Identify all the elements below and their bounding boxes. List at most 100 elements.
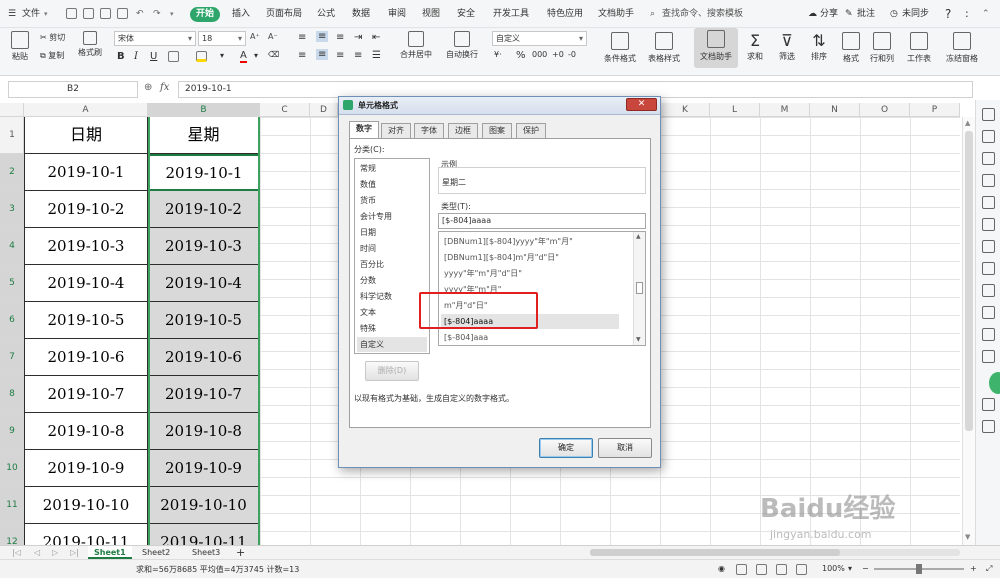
distribute-icon[interactable]: ☰: [372, 50, 381, 61]
align-bottom-icon[interactable]: ≡: [336, 32, 344, 43]
redo-icon[interactable]: ↷: [153, 0, 161, 28]
tab-border[interactable]: 边框: [448, 123, 478, 138]
fx-icon[interactable]: fx: [160, 82, 169, 93]
print-icon[interactable]: [100, 8, 111, 19]
paste-button[interactable]: 粘贴: [8, 31, 32, 62]
eraser-icon[interactable]: ⌫: [268, 50, 279, 59]
column-header-a[interactable]: A: [24, 103, 148, 117]
currency-icon[interactable]: ¥·: [494, 50, 502, 59]
wrap-text-button[interactable]: 自动换行: [442, 31, 482, 60]
fill-color-icon[interactable]: [196, 51, 207, 62]
column-header-l[interactable]: L: [710, 103, 760, 117]
scroll-down-icon[interactable]: ▼: [636, 336, 641, 343]
translate-panel-icon[interactable]: [982, 328, 995, 341]
horizontal-scrollbar-thumb[interactable]: [590, 549, 840, 556]
cell-b3[interactable]: 2019-10-2: [148, 191, 260, 228]
fullscreen-icon[interactable]: ⤢: [986, 564, 992, 574]
rows-cols-button[interactable]: 行和列: [866, 30, 898, 70]
tab-data[interactable]: 数据: [352, 0, 370, 28]
cell-b10[interactable]: 2019-10-9: [148, 450, 260, 487]
category-item[interactable]: 日期: [357, 225, 427, 240]
increase-decimal-icon[interactable]: +0: [552, 50, 564, 59]
format-painter-button[interactable]: 格式刷: [78, 31, 102, 58]
category-item[interactable]: 常规: [357, 161, 427, 176]
sort-button[interactable]: ⇅ 排序: [804, 30, 834, 70]
column-header-p[interactable]: P: [910, 103, 960, 117]
cell-a2[interactable]: 2019-10-1: [24, 154, 148, 191]
header-cell-date[interactable]: 日期: [24, 117, 148, 154]
thousands-icon[interactable]: 000: [532, 50, 547, 59]
cell-b2-active[interactable]: 2019-10-1: [148, 154, 260, 191]
column-header-n[interactable]: N: [810, 103, 860, 117]
history-panel-icon[interactable]: [982, 398, 995, 411]
indent-icon[interactable]: ⇥: [354, 32, 362, 43]
column-header-d[interactable]: D: [310, 103, 338, 117]
decrease-decimal-icon[interactable]: -0: [568, 50, 576, 59]
arrow-panel-icon[interactable]: [982, 174, 995, 187]
ok-button[interactable]: 确定: [539, 438, 593, 458]
category-item[interactable]: 百分比: [357, 257, 427, 272]
type-input[interactable]: [$-804]aaaa: [438, 213, 646, 229]
sum-button[interactable]: Σ 求和: [740, 30, 770, 70]
page-break-view-icon[interactable]: [776, 564, 787, 575]
assistant-badge-icon[interactable]: [989, 372, 1000, 394]
worksheet-button[interactable]: 工作表: [900, 30, 938, 70]
tab-number[interactable]: 数字: [349, 121, 379, 139]
category-item[interactable]: 文本: [357, 305, 427, 320]
conditional-format-button[interactable]: 条件格式: [598, 30, 642, 70]
dialog-title-bar[interactable]: 单元格格式 ✕: [339, 97, 660, 115]
help-panel-icon[interactable]: [982, 284, 995, 297]
column-header-k[interactable]: K: [661, 103, 710, 117]
more-button[interactable]: :: [965, 0, 969, 28]
chevron-down-icon[interactable]: ▾: [44, 0, 48, 28]
sheet-tab-1[interactable]: Sheet1: [88, 546, 132, 559]
reference-panel-icon[interactable]: [982, 240, 995, 253]
category-item[interactable]: 会计专用: [357, 209, 427, 224]
cell-a10[interactable]: 2019-10-9: [24, 450, 148, 487]
underline-icon[interactable]: U: [150, 51, 157, 62]
cell-a12[interactable]: 2019-10-11: [24, 524, 148, 545]
zoom-icon[interactable]: ⊕: [144, 82, 152, 93]
undo-icon[interactable]: ↶: [136, 0, 144, 28]
help-button[interactable]: ?: [945, 0, 951, 28]
tab-page-layout[interactable]: 页面布局: [266, 0, 302, 28]
column-header-o[interactable]: O: [860, 103, 910, 117]
bold-icon[interactable]: B: [117, 51, 125, 62]
category-item[interactable]: 特殊: [357, 321, 427, 336]
menu-file[interactable]: 文件: [22, 0, 40, 28]
category-item[interactable]: 科学记数: [357, 289, 427, 304]
category-item-selected[interactable]: 自定义: [357, 337, 427, 352]
tab-view[interactable]: 视图: [422, 0, 440, 28]
zoom-out-icon[interactable]: −: [862, 564, 869, 573]
format-item[interactable]: [DBNum1][$-804]m"月"d"日": [441, 250, 631, 265]
table-panel-icon[interactable]: [982, 218, 995, 231]
page-layout-view-icon[interactable]: [756, 564, 767, 575]
tab-doc-assistant[interactable]: 文档助手: [598, 0, 634, 28]
collapse-panel-icon[interactable]: [982, 108, 995, 121]
scroll-up-icon[interactable]: ▲: [636, 233, 641, 240]
last-sheet-icon[interactable]: ▷|: [64, 546, 85, 559]
cell-a3[interactable]: 2019-10-2: [24, 191, 148, 228]
cell-a6[interactable]: 2019-10-5: [24, 302, 148, 339]
edit-panel-icon[interactable]: [982, 130, 995, 143]
comment-button[interactable]: 批注: [857, 0, 875, 28]
header-cell-weekday[interactable]: 星期: [148, 117, 260, 154]
format-list-scroll-thumb[interactable]: [636, 282, 643, 294]
cell-a8[interactable]: 2019-10-7: [24, 376, 148, 413]
column-header-m[interactable]: M: [760, 103, 810, 117]
font-color-icon[interactable]: A: [240, 50, 247, 63]
zoom-in-icon[interactable]: +: [970, 564, 977, 573]
menu-icon[interactable]: ☰: [8, 0, 16, 28]
tab-developer[interactable]: 开发工具: [493, 0, 529, 28]
cell-a7[interactable]: 2019-10-6: [24, 339, 148, 376]
export-icon[interactable]: [83, 8, 94, 19]
zoom-slider-thumb[interactable]: [916, 564, 922, 574]
zoom-dropdown-icon[interactable]: ▾: [848, 564, 852, 573]
font-name-select[interactable]: 宋体: [114, 31, 196, 46]
tab-review[interactable]: 审阅: [388, 0, 406, 28]
freeze-panes-button[interactable]: 冻结窗格: [940, 30, 984, 70]
first-sheet-icon[interactable]: |◁: [6, 546, 27, 559]
zoom-slider[interactable]: [874, 564, 964, 574]
tab-features[interactable]: 特色应用: [547, 0, 583, 28]
category-item[interactable]: 货币: [357, 193, 427, 208]
